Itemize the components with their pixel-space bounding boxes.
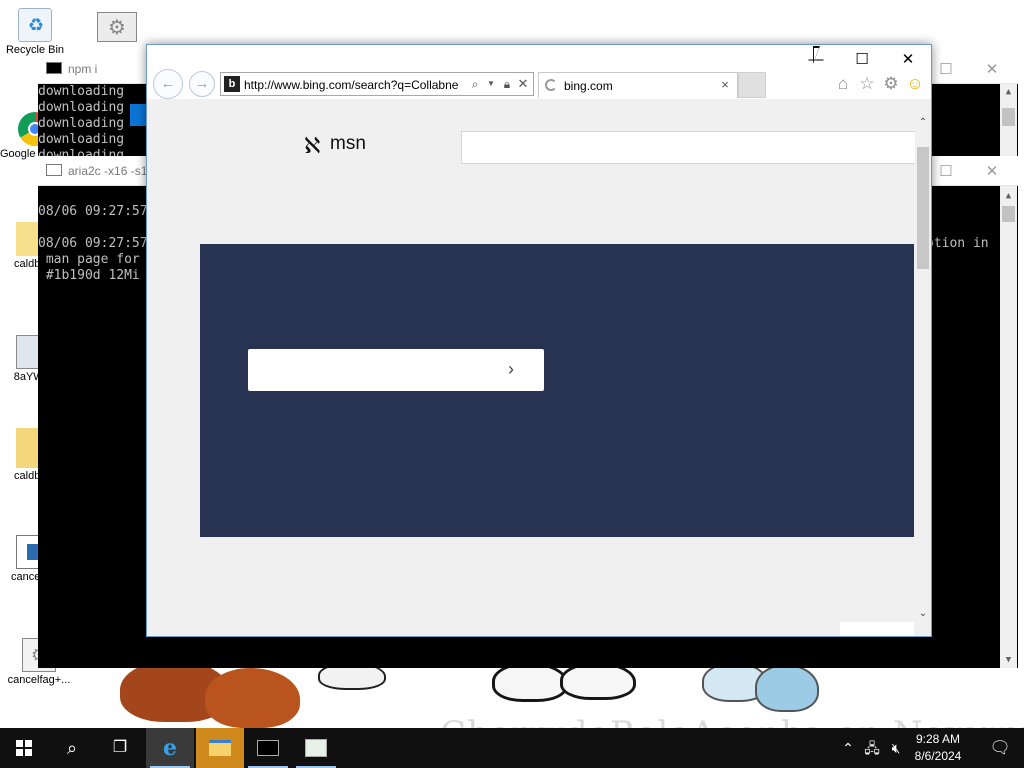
close-icon[interactable]: ✕ (982, 162, 1002, 182)
close-icon[interactable]: ✕ (982, 60, 1002, 80)
taskbar-console-button[interactable] (244, 728, 292, 768)
recycle-bin-icon: ♻ (18, 8, 52, 42)
console-line-right: ption in (926, 236, 989, 251)
console-line: 08/06 09:27:57 (38, 204, 148, 219)
desktop-icon-recycle-bin[interactable]: ♻ Recycle Bin (0, 8, 70, 56)
task-view-button[interactable]: ❐ (96, 728, 144, 768)
windows-logo-icon (16, 740, 32, 756)
loading-icon (545, 79, 557, 91)
search-input[interactable] (461, 131, 915, 164)
console-line: downloading (38, 84, 125, 99)
console-line: man page for (38, 252, 140, 267)
forward-button[interactable]: → (189, 71, 215, 97)
lock-icon[interactable]: 🔒︎ (499, 76, 515, 92)
new-tab-button[interactable] (738, 72, 766, 98)
scroll-down-icon[interactable]: ▼ (1000, 652, 1017, 668)
search-button[interactable]: ⌕ (48, 728, 96, 768)
wallpaper-shoe (755, 664, 819, 712)
volume-muted-icon[interactable]: 🔇︎ (886, 738, 906, 758)
clock-time: 9:28 AM (915, 732, 961, 746)
console-scrollbar[interactable]: ▲ ▼ (1000, 186, 1017, 668)
scroll-up-icon[interactable]: ▲ (1000, 188, 1017, 204)
msn-butterfly-icon: ℵ (304, 133, 321, 158)
window-app-icon (305, 739, 327, 757)
taskbar-app-button[interactable] (292, 728, 340, 768)
close-button[interactable]: ✕ (885, 47, 931, 73)
console-line: downloading (38, 132, 125, 147)
scrollbar-thumb[interactable] (917, 147, 929, 269)
favorites-star-icon[interactable]: ☆ (856, 73, 878, 95)
hero-banner: › (200, 244, 914, 537)
home-icon[interactable]: ⌂ (832, 73, 854, 95)
clock-date: 8/6/2024 (914, 749, 962, 763)
show-hidden-icons-chevron-icon[interactable]: ⌃ (838, 738, 858, 758)
start-button[interactable] (0, 728, 48, 768)
network-icon[interactable]: 🖧︎ (862, 738, 882, 758)
desktop-icon-settings-shortcut[interactable]: ⚙ (82, 12, 152, 42)
bing-favicon-icon: b (224, 76, 240, 92)
console-app-icon (46, 62, 62, 74)
folder-icon (209, 740, 231, 756)
console-line: 08/06 09:27:57 (38, 236, 148, 251)
hero-card-button[interactable]: › (248, 349, 544, 391)
console-icon (257, 740, 279, 756)
scrollbar-thumb[interactable] (1002, 108, 1015, 126)
search-icon[interactable]: ⌕ (467, 76, 483, 92)
console-title: npm i (68, 62, 98, 76)
ie-icon: e (163, 735, 177, 761)
settings-gear-icon[interactable]: ⚙ (880, 73, 902, 95)
address-bar[interactable]: b http://www.bing.com/search?q=Collabne … (220, 72, 534, 96)
page-scrollbar[interactable]: ⌃ ⌄ (915, 99, 931, 636)
chevron-up-icon[interactable]: ⌃ (915, 115, 931, 131)
wallpaper-shoe (492, 662, 568, 702)
mouse-cursor (813, 46, 820, 64)
console-app-icon (46, 164, 62, 176)
maximize-button[interactable]: ☐ (839, 47, 885, 73)
wallpaper-caption: CherrydoBoloAconha on Newgrounds (440, 714, 1024, 728)
console-line: #1b190d 12Mi (38, 268, 140, 283)
stop-icon[interactable]: ✕ (515, 76, 531, 92)
console-title: aria2c -x16 -s1 (68, 164, 148, 178)
scrollbar-thumb[interactable] (1002, 206, 1015, 222)
page-content: ℵ msn › (147, 99, 915, 636)
address-url: http://www.bing.com/search?q=Collabne (244, 78, 459, 92)
desktop-icon-label: cancelfag+... (7, 674, 71, 686)
taskbar-file-explorer-button[interactable] (196, 728, 244, 768)
scroll-up-icon[interactable]: ▲ (1000, 84, 1017, 100)
taskbar-ie-button[interactable]: e (146, 728, 194, 768)
notifications-icon[interactable]: 🗨︎ (976, 728, 1024, 768)
dropdown-icon[interactable]: ▼ (483, 76, 499, 92)
msn-brand-text: msn (330, 133, 366, 154)
ie-window[interactable]: — ☐ ✕ ← → b http://www.bing.com/search?q… (146, 44, 932, 637)
console-line: downloading (38, 116, 125, 131)
tab-bing[interactable]: bing.com × (538, 72, 738, 98)
tab-title: bing.com (564, 79, 613, 93)
wallpaper-shoe (205, 668, 300, 728)
clock[interactable]: 9:28 AM 8/6/2024 (908, 731, 968, 765)
chevron-right-icon: › (508, 359, 514, 379)
maximize-icon[interactable]: ☐ (936, 60, 956, 80)
chevron-down-icon[interactable]: ⌄ (915, 606, 931, 622)
tab-close-icon[interactable]: × (717, 77, 733, 93)
page-footer-patch (840, 622, 914, 636)
feedback-smiley-icon[interactable]: ☺ (904, 73, 926, 95)
console-line: downloading (38, 100, 125, 115)
maximize-icon[interactable]: ☐ (936, 162, 956, 182)
settings-shortcut-icon: ⚙ (97, 12, 137, 42)
back-button[interactable]: ← (153, 69, 183, 99)
taskbar: ⌕ ❐ e ⌃ 🖧︎ 🔇︎ 9:28 AM 8/6/2024 🗨︎ (0, 728, 1024, 768)
